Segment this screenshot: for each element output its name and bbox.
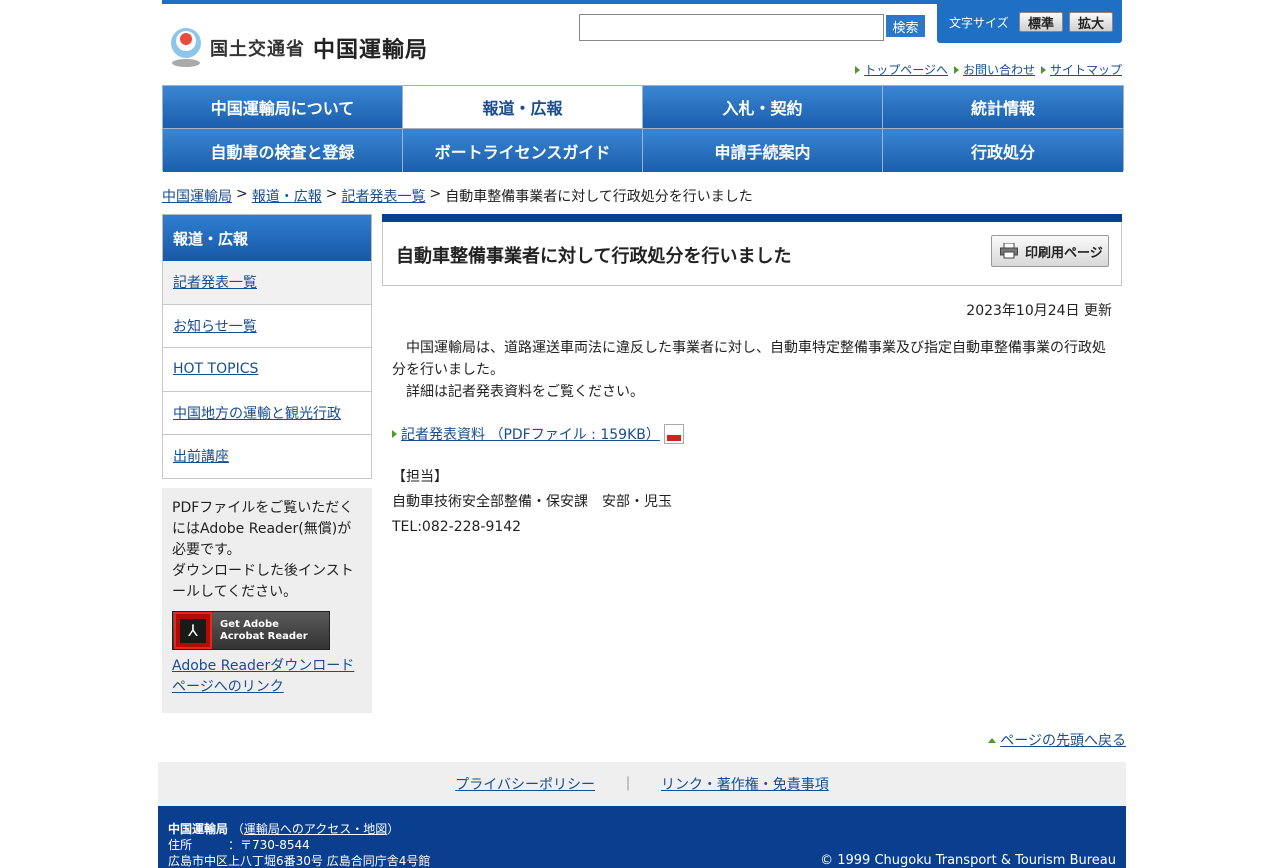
sidebar-item-transport-tourism: 中国地方の運輸と観光行政 <box>162 391 372 435</box>
util-link-label: お問い合わせ <box>962 63 1035 77</box>
font-large-button[interactable]: 拡大 <box>1069 12 1113 32</box>
nav-item-statistics[interactable]: 統計情報 <box>883 86 1123 129</box>
breadcrumb-separator: > <box>325 186 338 202</box>
adobe-badge-text: Get Adobe Acrobat Reader <box>220 619 308 643</box>
breadcrumb-link-home[interactable]: 中国運輸局 <box>162 186 232 206</box>
mlit-logo-icon <box>171 28 201 67</box>
nav-item-bidding[interactable]: 入札・契約 <box>643 86 883 129</box>
ministry-name: 国土交通省 <box>210 39 305 60</box>
footer-postal: 住所 ：〒730-8544 <box>168 838 310 852</box>
article-paragraph: 詳細は記者発表資料をご覧ください。 <box>392 384 644 400</box>
footer: 中国運輸局 （運輸局へのアクセス・地図） 住所 ：〒730-8544 広島市中区… <box>158 806 1126 868</box>
updated-date: 2023年10月24日 更新 <box>966 303 1112 319</box>
nav-item-press[interactable]: 報道・広報 <box>403 86 643 129</box>
util-link-top[interactable]: トップページへ <box>855 61 948 78</box>
adobe-download-link[interactable]: Adobe Readerダウンロードページへのリンク <box>172 658 354 695</box>
press-release-attachment: 記者発表資料 （PDFファイル : 159KB） <box>392 424 684 444</box>
copyright: © 1999 Chugoku Transport & Tourism Burea… <box>820 853 1116 868</box>
adobe-badge-line: Acrobat Reader <box>220 630 308 642</box>
adobe-acrobat-icon: ⅄ <box>174 612 212 649</box>
nav-item-about[interactable]: 中国運輸局について <box>163 86 403 129</box>
font-size-panel: 文字サイズ 標準 拡大 <box>937 4 1122 43</box>
arrow-right-icon <box>1040 65 1046 74</box>
site-logo[interactable]: 国土交通省 中国運輸局 <box>168 26 428 70</box>
footer-org-line: 中国運輸局 （運輸局へのアクセス・地図） <box>168 822 400 836</box>
font-standard-button[interactable]: 標準 <box>1019 12 1063 32</box>
adobe-reader-notice: PDFファイルをご覧いただくにはAdobe Reader(無償)が必要です。 ダ… <box>162 488 372 713</box>
bureau-name: 中国運輸局 <box>313 38 429 63</box>
footer-separator: ｜ <box>621 777 635 793</box>
get-adobe-reader-button[interactable]: ⅄ Get Adobe Acrobat Reader <box>172 611 330 650</box>
sidebar-item-link[interactable]: お知らせ一覧 <box>173 316 257 336</box>
breadcrumb: 中国運輸局 > 報道・広報 > 記者発表一覧 > 自動車整備事業者に対して行政処… <box>162 186 753 206</box>
content-top-bar <box>382 214 1122 222</box>
sidebar-item-press-releases: 記者発表一覧 <box>162 261 372 305</box>
back-to-top-link[interactable]: ページの先頭へ戻る <box>1000 730 1126 750</box>
arrow-right-icon <box>855 65 861 74</box>
print-page-button[interactable]: 印刷用ページ <box>991 235 1109 267</box>
privacy-policy-link[interactable]: プライバシーポリシー <box>455 774 595 794</box>
breadcrumb-link-press[interactable]: 報道・広報 <box>252 186 322 206</box>
nav-item-administrative-actions[interactable]: 行政処分 <box>883 129 1123 172</box>
arrow-right-icon <box>392 430 397 438</box>
print-page-label: 印刷用ページ <box>1025 245 1103 261</box>
utility-links: トップページへ お問い合わせ サイトマップ <box>855 61 1122 78</box>
breadcrumb-current: 自動車整備事業者に対して行政処分を行いました <box>445 189 753 205</box>
sidebar-item-link[interactable]: 記者発表一覧 <box>173 272 257 292</box>
breadcrumb-separator: > <box>236 186 248 202</box>
sidebar-item-lectures: 出前講座 <box>162 435 372 479</box>
util-link-sitemap[interactable]: サイトマップ <box>1040 61 1122 78</box>
sidebar-item-link[interactable]: HOT TOPICS <box>173 361 258 377</box>
arrow-right-icon <box>953 65 959 74</box>
contact-heading: 【担当】 <box>392 469 448 485</box>
page-title: 自動車整備事業者に対して行政処分を行いました <box>396 246 792 267</box>
access-map-link[interactable]: 運輸局へのアクセス・地図 <box>244 822 387 836</box>
back-to-top: ページの先頭へ戻る <box>988 730 1126 750</box>
sidebar: 報道・広報 記者発表一覧 お知らせ一覧 HOT TOPICS 中国地方の運輸と観… <box>162 214 372 479</box>
breadcrumb-link-press-releases[interactable]: 記者発表一覧 <box>341 186 425 206</box>
footer-org-name: 中国運輸局 <box>168 822 229 836</box>
sidebar-item-notices: お知らせ一覧 <box>162 304 372 348</box>
breadcrumb-separator: > <box>429 186 442 202</box>
arrow-up-icon <box>988 737 997 743</box>
util-link-label: サイトマップ <box>1049 63 1122 77</box>
contact-department: 自動車技術安全部整備・保安課 安部・児玉 <box>392 494 672 510</box>
links-copyright-disclaimer-link[interactable]: リンク・著作権・免責事項 <box>661 774 829 794</box>
search-input[interactable] <box>579 14 884 41</box>
footer-links: プライバシーポリシー ｜ リンク・著作権・免責事項 <box>158 762 1126 806</box>
util-link-label: トップページへ <box>864 63 948 77</box>
pdf-file-icon <box>663 424 684 444</box>
adobe-notice-text: PDFファイルをご覧いただくにはAdobe Reader(無償)が必要です。 <box>172 500 354 558</box>
article-paragraph: 中国運輸局は、道路運送車両法に違反した事業者に対し、自動車特定整備事業及び指定自… <box>392 340 1106 378</box>
sidebar-item-link[interactable]: 中国地方の運輸と観光行政 <box>173 403 341 423</box>
title-box: 自動車整備事業者に対して行政処分を行いました 印刷用ページ <box>382 222 1122 286</box>
global-nav: 中国運輸局について 報道・広報 入札・契約 統計情報 自動車の検査と登録 ボート… <box>162 85 1124 172</box>
sidebar-item-hot-topics: HOT TOPICS <box>162 348 372 392</box>
article-body: 中国運輸局は、道路運送車両法に違反した事業者に対し、自動車特定整備事業及び指定自… <box>392 337 1114 403</box>
nav-item-applications[interactable]: 申請手続案内 <box>643 129 883 172</box>
sidebar-item-link[interactable]: 出前講座 <box>173 446 229 466</box>
contact-phone: TEL:082-228-9142 <box>392 519 522 535</box>
adobe-install-text: ダウンロードした後インストールしてください。 <box>172 563 354 600</box>
search-button[interactable]: 検索 <box>886 15 925 37</box>
nav-item-boat-license[interactable]: ボートライセンスガイド <box>403 129 643 172</box>
sidebar-heading: 報道・広報 <box>162 214 372 261</box>
printer-icon <box>1000 243 1018 259</box>
press-release-pdf-link[interactable]: 記者発表資料 （PDFファイル : 159KB） <box>401 424 660 444</box>
nav-item-vehicle-inspection[interactable]: 自動車の検査と登録 <box>163 129 403 172</box>
contact-info: 【担当】 自動車技術安全部整備・保安課 安部・児玉 TEL:082-228-91… <box>392 465 672 540</box>
adobe-badge-line: Get Adobe <box>220 618 279 630</box>
util-link-contact[interactable]: お問い合わせ <box>953 61 1035 78</box>
font-size-label: 文字サイズ <box>949 16 1009 30</box>
